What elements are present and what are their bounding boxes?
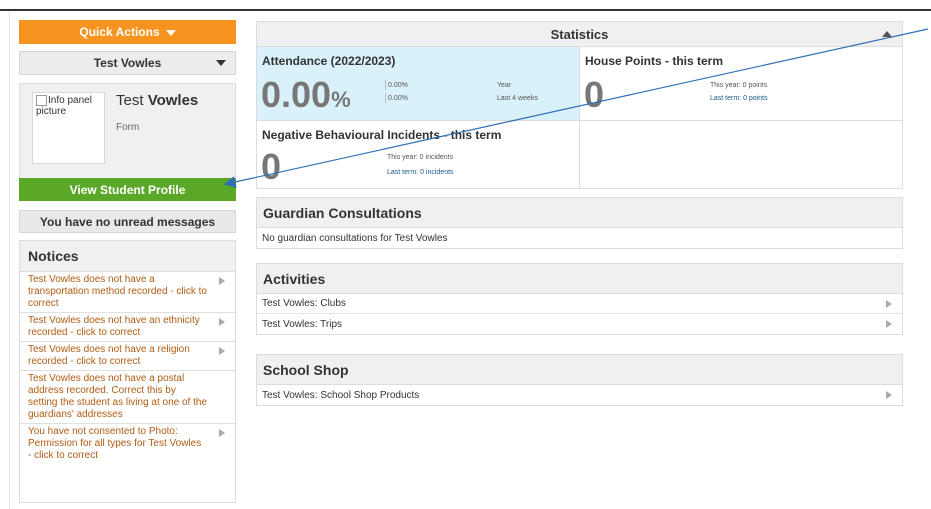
annotation-arrow bbox=[223, 28, 929, 188]
annotation-line bbox=[223, 28, 929, 188]
